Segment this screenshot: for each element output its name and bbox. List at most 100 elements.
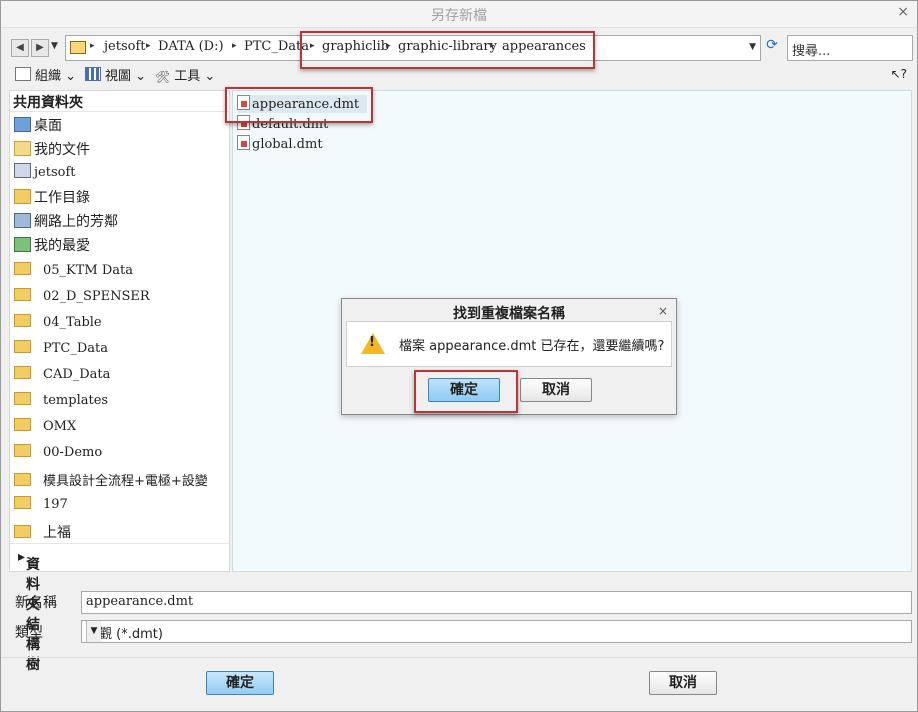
folder-icon bbox=[14, 392, 31, 405]
dialog-title: 找到重複檔案名稱 bbox=[453, 306, 565, 322]
folder-icon bbox=[14, 314, 31, 327]
refresh-icon[interactable]: ⟳ bbox=[763, 37, 781, 57]
sidebar-item-label: jetsoft bbox=[34, 165, 76, 180]
chevron-right-icon[interactable]: ▸ bbox=[232, 41, 237, 51]
sidebar-folder-label: 197 bbox=[43, 497, 68, 512]
sidebar-item-label: 網路上的芳鄰 bbox=[34, 214, 118, 230]
folder-icon bbox=[14, 340, 31, 353]
sidebar-item-label: 桌面 bbox=[34, 118, 62, 134]
documents-icon bbox=[14, 141, 31, 156]
sidebar-folder[interactable]: PTC_Data bbox=[14, 340, 108, 360]
view-icon bbox=[85, 67, 101, 81]
highlight-box-path bbox=[300, 31, 595, 69]
file-item[interactable]: global.dmt bbox=[237, 135, 323, 153]
sidebar-folder-label: CAD_Data bbox=[43, 367, 111, 382]
dialog-message: 檔案 appearance.dmt 已存在，還要繼續嗎? bbox=[399, 339, 665, 354]
favorites-icon bbox=[14, 237, 31, 252]
address-dropdown-icon[interactable]: ▼ bbox=[749, 42, 756, 52]
chevron-down-icon[interactable]: ▼ bbox=[86, 621, 101, 642]
name-label: 新名稱 bbox=[15, 595, 57, 611]
organize-icon bbox=[15, 67, 31, 81]
sidebar-folder[interactable]: 上福 bbox=[14, 522, 71, 542]
view-button[interactable]: 視圖 ⌄ bbox=[85, 65, 146, 84]
folder-tree-label: ▸ 資料夾結構樹 bbox=[18, 549, 40, 673]
window-title: 另存新檔 bbox=[431, 8, 487, 24]
sidebar-folder[interactable]: CAD_Data bbox=[14, 366, 110, 386]
sidebar-folder[interactable]: 02_D_SPENSER bbox=[14, 288, 150, 308]
sidebar-folder[interactable]: OMX bbox=[14, 418, 76, 438]
sidebar-folder[interactable]: templates bbox=[14, 392, 108, 412]
folder-icon bbox=[14, 473, 31, 486]
folder-icon bbox=[14, 525, 31, 538]
warning-mark: ! bbox=[369, 335, 375, 350]
sidebar-item-label: 我的最愛 bbox=[34, 238, 90, 254]
sidebar-folder[interactable]: 00-Demo bbox=[14, 444, 102, 464]
filename-value: appearance.dmt bbox=[86, 594, 194, 609]
sidebar-item-documents[interactable]: 我的文件 bbox=[14, 139, 90, 159]
sidebar-folder[interactable]: 197 bbox=[14, 496, 68, 516]
history-dropdown-icon[interactable]: ▼ bbox=[51, 41, 58, 51]
chevron-right-icon[interactable]: ▸ bbox=[90, 41, 95, 51]
sidebar-folder-label: 上福 bbox=[43, 525, 71, 541]
tools-icon: 🛠 bbox=[155, 70, 171, 84]
sidebar-item-label: 工作目錄 bbox=[34, 190, 90, 206]
close-icon[interactable]: × bbox=[658, 304, 668, 318]
view-label: 視圖 ⌄ bbox=[105, 69, 147, 84]
tools-button[interactable]: 🛠 工具 ⌄ bbox=[155, 65, 215, 84]
sidebar-item-label: 我的文件 bbox=[34, 142, 90, 158]
search-placeholder: 搜尋... bbox=[792, 44, 831, 59]
sidebar-item-network[interactable]: 網路上的芳鄰 bbox=[14, 211, 118, 231]
breadcrumb-jetsoft[interactable]: jetsoft bbox=[104, 39, 145, 54]
sidebar-folder-label: 05_KTM Data bbox=[43, 263, 134, 278]
tools-label: 工具 ⌄ bbox=[174, 69, 216, 84]
dmt-file-icon bbox=[237, 135, 250, 150]
sidebar-folder[interactable]: 模具設計全流程+電極+設變 bbox=[14, 470, 208, 490]
sidebar-folder-label: 00-Demo bbox=[43, 445, 103, 460]
computer-icon bbox=[14, 163, 31, 178]
filename-input[interactable]: appearance.dmt bbox=[81, 591, 912, 614]
folder-icon bbox=[14, 288, 31, 301]
network-icon bbox=[14, 213, 31, 228]
sidebar-folder[interactable]: 04_Table bbox=[14, 314, 102, 334]
help-icon[interactable]: ↖? bbox=[891, 67, 907, 81]
title-bar: 另存新檔 × bbox=[1, 1, 917, 28]
folder-icon bbox=[14, 262, 31, 275]
search-input[interactable]: 搜尋... bbox=[787, 35, 913, 61]
sidebar-item-jetsoft[interactable]: jetsoft bbox=[14, 163, 75, 183]
shared-folders-panel: 共用資料夾 桌面 我的文件 jetsoft 工作目錄 網路上的芳鄰 我的最愛 0… bbox=[9, 90, 230, 673]
sidebar-item-working-directory[interactable]: 工作目錄 bbox=[14, 187, 90, 207]
folder-icon bbox=[14, 366, 31, 379]
sidebar-folder-label: templates bbox=[43, 393, 109, 408]
shared-folders-header: 共用資料夾 bbox=[10, 92, 229, 112]
forward-icon[interactable]: ▶ bbox=[31, 39, 49, 57]
ok-button[interactable]: 確定 bbox=[206, 671, 274, 695]
dialog-body: ! 檔案 appearance.dmt 已存在，還要繼續嗎? bbox=[346, 321, 672, 367]
highlight-box-file bbox=[225, 87, 373, 123]
sidebar-folder[interactable]: 05_KTM Data bbox=[14, 262, 133, 282]
cancel-button[interactable]: 取消 bbox=[649, 671, 717, 695]
folder-tree-toggle[interactable]: ▸ 資料夾結構樹 bbox=[10, 543, 229, 673]
breadcrumb-data-drive[interactable]: DATA (D:) bbox=[158, 39, 224, 54]
file-name: global.dmt bbox=[252, 137, 323, 152]
sidebar-folder-label: 02_D_SPENSER bbox=[43, 289, 150, 304]
sidebar-folder-label: PTC_Data bbox=[43, 341, 109, 356]
folder-icon bbox=[70, 41, 86, 54]
folder-icon bbox=[14, 444, 31, 457]
organize-button[interactable]: 組織 ⌄ bbox=[15, 65, 76, 84]
sidebar-item-desktop[interactable]: 桌面 bbox=[14, 115, 62, 135]
organize-label: 組織 ⌄ bbox=[35, 69, 77, 84]
divider bbox=[1, 657, 917, 658]
dialog-cancel-button[interactable]: 取消 bbox=[520, 378, 592, 402]
help-label: ? bbox=[900, 67, 907, 81]
highlight-box-ok bbox=[414, 370, 518, 413]
folder-icon bbox=[14, 418, 31, 431]
folder-icon bbox=[14, 496, 31, 509]
close-icon[interactable]: × bbox=[897, 4, 909, 20]
file-type-select[interactable]: 外觀 (*.dmt) ▼ bbox=[81, 620, 912, 643]
back-icon[interactable]: ◀ bbox=[11, 39, 29, 57]
sidebar-folder-label: 04_Table bbox=[43, 315, 102, 330]
working-directory-icon bbox=[14, 189, 31, 204]
chevron-right-icon[interactable]: ▸ bbox=[146, 41, 151, 51]
sidebar-folder-label: OMX bbox=[43, 419, 77, 434]
sidebar-item-favorites[interactable]: 我的最愛 bbox=[14, 235, 90, 255]
